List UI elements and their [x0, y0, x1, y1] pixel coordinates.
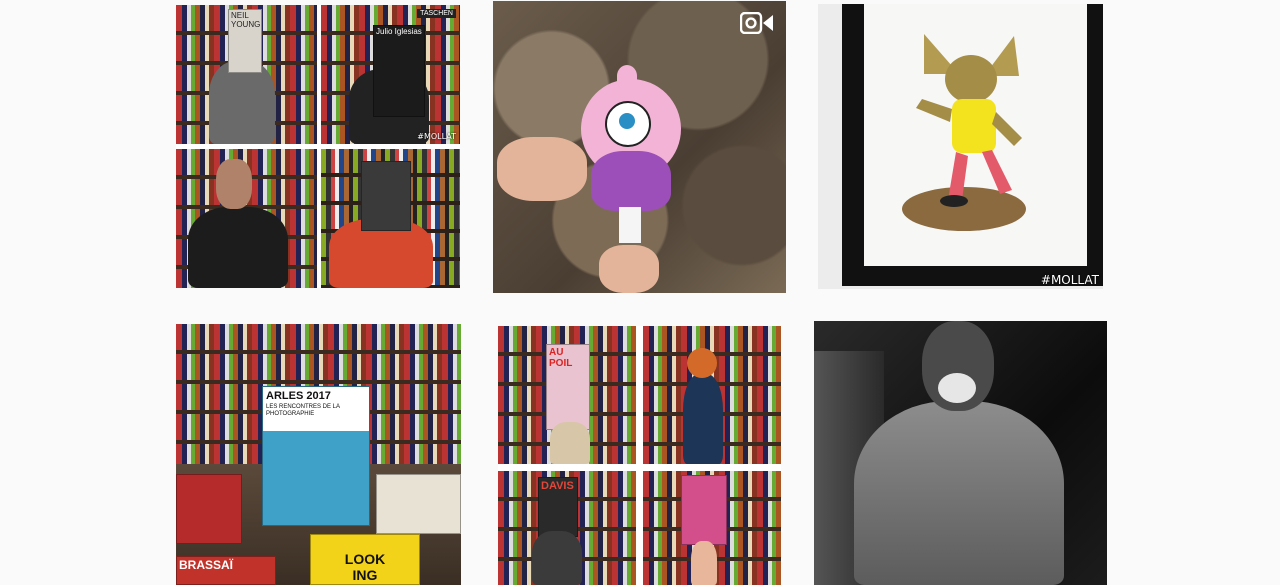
collage-photo-girl-pink	[643, 471, 781, 585]
book-cover-julio-iglesias: Julio Iglesias	[373, 25, 425, 117]
person-legs	[550, 422, 590, 464]
paper-monster-figure	[581, 65, 681, 243]
person-body	[854, 401, 1064, 585]
book-cover-portrait	[361, 161, 411, 231]
person-photo	[532, 531, 582, 585]
post-tile-arles-2017[interactable]: ARLES 2017 LES RENCONTRES DE LA PHOTOGRA…	[176, 324, 461, 585]
hand-bottom	[599, 245, 659, 293]
person-head	[216, 159, 252, 209]
person-photo	[209, 61, 275, 144]
arles-cover-title: ARLES 2017	[266, 390, 331, 402]
collage-photo-au-poil: AU POIL	[498, 326, 636, 464]
book-stack-left	[176, 474, 242, 544]
book-title: NEIL YOUNG	[231, 11, 261, 29]
book-title: AU POIL	[549, 347, 573, 369]
taschen-sign: TASCHEN	[417, 9, 456, 18]
collage-photo-man-black-shirt	[176, 149, 317, 288]
book-cover-looking: LOOK ING	[310, 534, 420, 585]
clown-mouth	[938, 373, 976, 403]
post-tile-bookface-collage-1[interactable]: NEIL YOUNG Julio Iglesias TASCHEN #MOLLA…	[176, 5, 460, 288]
book-cover-davis: DAVIS	[538, 477, 578, 537]
collage-photo-julio-iglesias: Julio Iglesias TASCHEN #MOLLAT	[321, 5, 460, 144]
book-cover-brassai: BRASSAÏ	[176, 556, 276, 585]
post-tile-framed-gremlin[interactable]: #MOLLAT	[818, 4, 1103, 289]
looking-title: LOOK ING	[344, 551, 386, 583]
collage-photo-redhead	[643, 326, 781, 464]
post-tile-bookface-collage-2[interactable]: AU POIL DAVIS	[498, 326, 781, 585]
collage-photo-davis: DAVIS	[498, 471, 636, 585]
person-photo	[683, 374, 723, 464]
book-cover-girl	[681, 475, 727, 545]
arles-cover-header: ARLES 2017 LES RENCONTRES DE LA PHOTOGRA…	[263, 387, 369, 431]
collage-photo-neil-young: NEIL YOUNG	[176, 5, 317, 144]
watermark-label: #MOLLAT	[417, 132, 456, 141]
post-tile-paper-monster-video[interactable]	[493, 1, 786, 293]
gremlin-drawing	[902, 34, 1026, 231]
book-cover-arles-2017: ARLES 2017 LES RENCONTRES DE LA PHOTOGRA…	[262, 386, 370, 526]
book-cover-au-poil: AU POIL	[546, 344, 590, 430]
book-title: DAVIS	[541, 480, 574, 492]
person-legs	[691, 541, 717, 585]
brassai-title: BRASSAÏ	[179, 558, 234, 572]
book-stack-right	[376, 474, 461, 534]
book-title: Julio Iglesias	[376, 27, 422, 36]
watermark-label: #MOLLAT	[1040, 273, 1099, 287]
book-cover-neil-young: NEIL YOUNG	[228, 9, 262, 73]
hand-left	[497, 137, 587, 201]
person-head	[687, 348, 717, 378]
person-photo	[188, 207, 288, 288]
arles-cover-subtitle: LES RENCONTRES DE LA PHOTOGRAPHIE	[266, 404, 340, 417]
collage-photo-man-red-shirt	[321, 149, 460, 288]
drawing-canvas	[864, 4, 1087, 266]
video-camera-icon	[739, 11, 774, 35]
post-tile-clown-portrait[interactable]	[814, 321, 1107, 585]
